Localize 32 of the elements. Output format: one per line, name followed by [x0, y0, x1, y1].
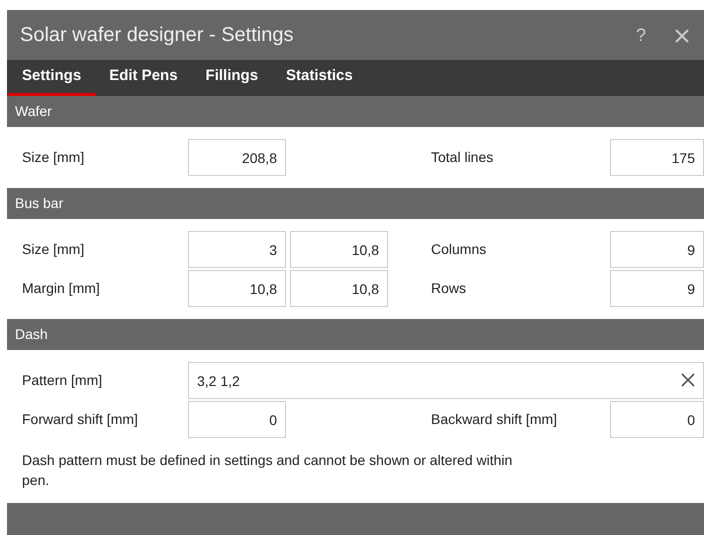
input-field[interactable]: 3 — [188, 231, 286, 268]
tab[interactable]: Fillings — [192, 60, 272, 96]
section-header: Bus bar — [14, 194, 64, 213]
input-field[interactable]: 3,2 1,2 — [188, 362, 704, 399]
input-field[interactable]: 10,8 — [188, 270, 286, 307]
window-title: Solar wafer designer - Settings — [20, 23, 294, 48]
input-field[interactable]: 10,8 — [290, 270, 388, 307]
input-field[interactable]: 208,8 — [188, 139, 286, 176]
help-button[interactable]: ? — [622, 26, 660, 44]
input-field[interactable]: 9 — [610, 270, 704, 307]
help-text: Dash pattern must be defined in settings and cannot be shown or altered within pen. — [22, 451, 514, 490]
section-header: Dash — [14, 325, 49, 344]
field-label: Total lines — [431, 149, 494, 165]
field-label: Pattern [mm] — [22, 371, 104, 390]
input-field[interactable]: 0 — [610, 401, 704, 438]
field-label: Backward shift [mm] — [431, 411, 558, 427]
field-label: Margin [mm] — [22, 279, 101, 298]
tab[interactable]: Edit Pens — [95, 60, 192, 96]
field-label: Size [mm] — [22, 148, 86, 167]
section-header: Wafer — [14, 102, 53, 121]
input-field[interactable]: 175 — [610, 139, 704, 176]
field-label: Columns — [431, 241, 486, 257]
clear-icon[interactable] — [680, 372, 696, 388]
input-field[interactable]: 9 — [610, 231, 704, 268]
field-label: Forward shift [mm] — [22, 410, 139, 429]
tab[interactable]: Settings — [8, 60, 96, 96]
close-icon[interactable] — [674, 28, 690, 44]
input-field[interactable]: 10,8 — [290, 231, 388, 268]
field-label: Size [mm] — [22, 240, 86, 259]
input-field[interactable]: 0 — [188, 401, 286, 438]
tab[interactable]: Statistics — [272, 60, 367, 96]
field-label: Rows — [431, 280, 466, 296]
